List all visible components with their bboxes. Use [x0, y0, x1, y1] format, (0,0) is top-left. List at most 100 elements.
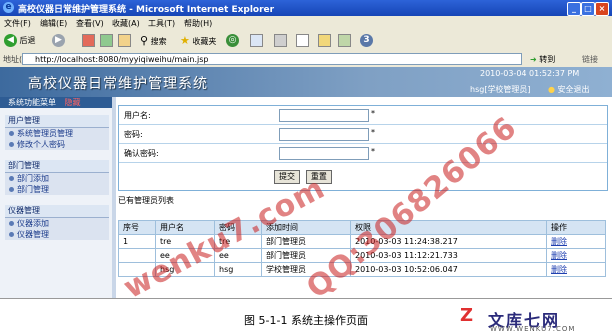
search-icon: ⚲	[140, 34, 149, 47]
star-icon: ★	[180, 34, 190, 47]
confirm-password-input[interactable]	[279, 147, 369, 160]
sidebar-item-label: 仪器管理	[17, 230, 49, 239]
search-label: 搜索	[150, 37, 167, 46]
col-action: 操作	[546, 220, 606, 235]
home-icon	[118, 34, 131, 47]
delete-link[interactable]: 删除	[546, 248, 606, 263]
print-icon	[274, 34, 287, 47]
sidebar-item-instrument-add[interactable]: 仪器添加	[5, 218, 109, 229]
window-title: 高校仪器日常维护管理系统 - Microsoft Internet Explor…	[18, 5, 275, 15]
sidebar-group-title[interactable]: 用户管理	[5, 115, 109, 128]
password-row: 密码: *	[119, 125, 607, 144]
address-bar: 地址(D) http://localhost:8080/myyiqiweihu/…	[0, 52, 612, 68]
sidebar-item-admin-manage[interactable]: 系统管理员管理	[5, 128, 109, 139]
admin-list-title: 已有管理员列表	[118, 196, 174, 205]
delete-link[interactable]: 删除	[546, 234, 606, 249]
links-label[interactable]: 链接	[582, 54, 598, 65]
system-title: 高校仪器日常维护管理系统	[28, 76, 208, 92]
forward-button[interactable]: ▶	[52, 34, 65, 48]
back-button[interactable]: ◀ 后退	[4, 34, 36, 48]
sidebar-item-dept-add[interactable]: 部门添加	[5, 173, 109, 184]
password-input[interactable]	[279, 128, 369, 141]
sidebar-group-users: 用户管理 系统管理员管理 修改个人密码	[5, 115, 109, 150]
sidebar-group-departments: 部门管理 部门添加 部门管理	[5, 160, 109, 195]
logout-link[interactable]: ● 安全退出	[548, 84, 590, 95]
minimize-icon[interactable]: _	[567, 2, 581, 16]
stop-icon	[82, 34, 95, 47]
required-mark: *	[371, 147, 375, 156]
close-icon[interactable]: ×	[595, 2, 609, 16]
password-label: 密码:	[124, 130, 143, 139]
bullet-icon	[9, 176, 14, 181]
sidebar-item-label: 部门添加	[17, 174, 49, 183]
sidebar-item-label: 部门管理	[17, 185, 49, 194]
app-header: 高校仪器日常维护管理系统 2010-03-04 01:52:37 PM hsg[…	[0, 67, 612, 97]
caption-divider	[0, 298, 612, 299]
media-icon: ◎	[226, 34, 239, 47]
logo-url: WWW.WENKU7.COM	[490, 325, 576, 333]
maximize-icon[interactable]: □	[581, 2, 595, 16]
cell-no: 1	[118, 234, 156, 249]
sidebar-item-change-password[interactable]: 修改个人密码	[5, 139, 109, 150]
browser-toolbar: ◀ 后退 ▶ ⚲ 搜索 ★ 收藏夹 ◎ 3	[0, 30, 612, 53]
stop-button[interactable]	[82, 34, 95, 48]
messenger-icon	[338, 34, 351, 47]
menu-tools[interactable]: 工具(T)	[148, 18, 175, 29]
required-mark: *	[371, 109, 375, 118]
research-button[interactable]: 3	[360, 34, 373, 48]
wenku-logo: Z 文库七网 WWW.WENKU7.COM	[458, 305, 608, 335]
required-mark: *	[371, 128, 375, 137]
favorites-button[interactable]: ★ 收藏夹	[180, 34, 216, 48]
bullet-icon	[9, 187, 14, 192]
print-button[interactable]	[274, 34, 287, 48]
menu-favorites[interactable]: 收藏(A)	[112, 18, 140, 29]
add-admin-form: 用户名: * 密码: * 确认密码: * 提交 重置	[118, 105, 608, 191]
go-label: 转到	[539, 55, 556, 64]
sidebar-toggle[interactable]: 隐藏	[65, 98, 81, 107]
logo-mark: Z	[460, 305, 474, 326]
go-button[interactable]: ➜ 转到	[530, 54, 555, 65]
ie-logo-icon: e	[3, 2, 14, 13]
username-input[interactable]	[279, 109, 369, 122]
research-icon: 3	[360, 34, 373, 47]
media-button[interactable]: ◎	[226, 34, 239, 48]
bullet-icon	[9, 221, 14, 226]
back-arrow-icon: ◀	[4, 34, 17, 47]
sidebar-item-instrument-manage[interactable]: 仪器管理	[5, 229, 109, 240]
forward-arrow-icon: ▶	[52, 34, 65, 47]
username-label: 用户名:	[124, 111, 151, 120]
sidebar-group-instruments: 仪器管理 仪器添加 仪器管理	[5, 205, 109, 240]
delete-link[interactable]: 删除	[546, 262, 606, 277]
sidebar-group-title[interactable]: 部门管理	[5, 160, 109, 173]
edit-button[interactable]	[296, 34, 309, 48]
frame-splitter[interactable]	[112, 97, 116, 298]
menu-file[interactable]: 文件(F)	[4, 18, 31, 29]
menu-view[interactable]: 查看(V)	[76, 18, 104, 29]
folder-button[interactable]	[318, 34, 331, 48]
menu-bar: 文件(F) 编辑(E) 查看(V) 收藏(A) 工具(T) 帮助(H)	[0, 16, 612, 31]
sidebar-item-label: 仪器添加	[17, 219, 49, 228]
refresh-icon	[100, 34, 113, 47]
username-row: 用户名: *	[119, 106, 607, 125]
menu-edit[interactable]: 编辑(E)	[40, 18, 67, 29]
sidebar-header-label: 系统功能菜单	[8, 98, 56, 107]
home-button[interactable]	[118, 34, 131, 48]
edit-icon	[296, 34, 309, 47]
search-button[interactable]: ⚲ 搜索	[140, 34, 167, 48]
cell-password: hsg	[214, 262, 262, 277]
confirm-password-row: 确认密码: *	[119, 144, 607, 163]
sidebar-item-label: 系统管理员管理	[17, 129, 73, 138]
address-input[interactable]: http://localhost:8080/myyiqiweihu/main.j…	[22, 53, 522, 65]
menu-help[interactable]: 帮助(H)	[184, 18, 212, 29]
mail-button[interactable]	[250, 34, 263, 48]
go-arrow-icon: ➜	[530, 55, 537, 64]
current-user: hsg[学校管理员]	[470, 85, 531, 94]
messenger-button[interactable]	[338, 34, 351, 48]
sidebar-item-dept-manage[interactable]: 部门管理	[5, 184, 109, 195]
refresh-button[interactable]	[100, 34, 113, 48]
confirm-password-label: 确认密码:	[124, 149, 159, 158]
logout-label: 安全退出	[557, 85, 590, 94]
sidebar-item-label: 修改个人密码	[17, 140, 65, 149]
sidebar-header: 系统功能菜单 隐藏	[0, 97, 112, 108]
sidebar-group-title[interactable]: 仪器管理	[5, 205, 109, 218]
